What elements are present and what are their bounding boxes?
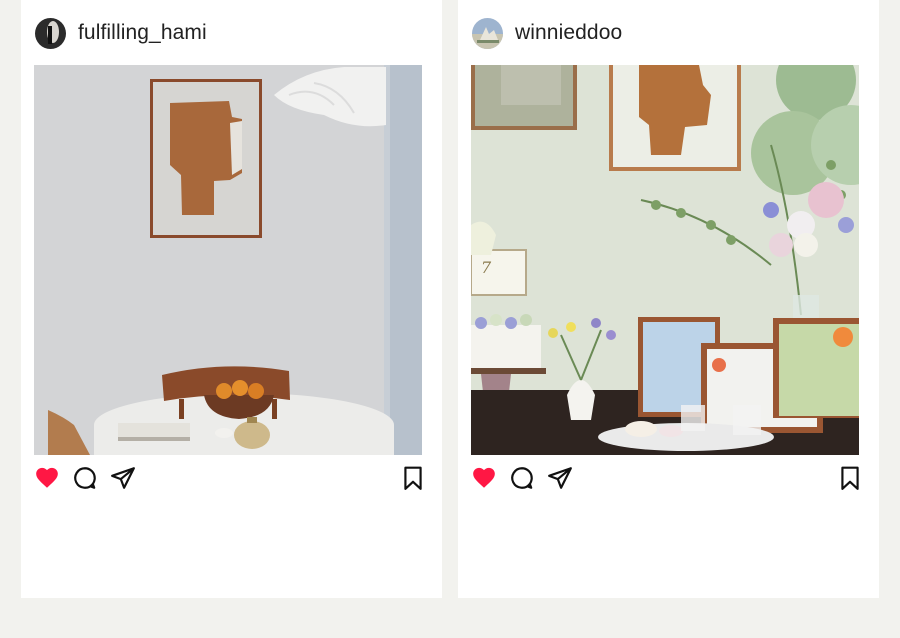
share-icon[interactable] [547,465,573,491]
share-icon[interactable] [110,465,136,491]
post-card: fulfilling_hami [21,0,442,598]
svg-text:7: 7 [481,258,492,277]
post-actions [34,465,422,493]
heart-icon[interactable] [34,465,60,491]
username-label[interactable]: fulfilling_hami [78,21,207,45]
comment-icon[interactable] [509,465,535,491]
post-photo[interactable] [34,65,422,455]
bookmark-icon[interactable] [837,465,863,491]
post-header: fulfilling_hami [35,16,207,50]
post-actions [471,465,859,493]
post-header: winnieddoo [472,16,622,50]
user-avatar[interactable] [472,17,503,49]
post-card: winnieddoo 7 [458,0,879,598]
post-photo[interactable]: 7 [471,65,859,455]
user-avatar[interactable] [35,17,66,49]
username-label[interactable]: winnieddoo [515,21,622,45]
comment-icon[interactable] [72,465,98,491]
heart-icon[interactable] [471,465,497,491]
bookmark-icon[interactable] [400,465,426,491]
